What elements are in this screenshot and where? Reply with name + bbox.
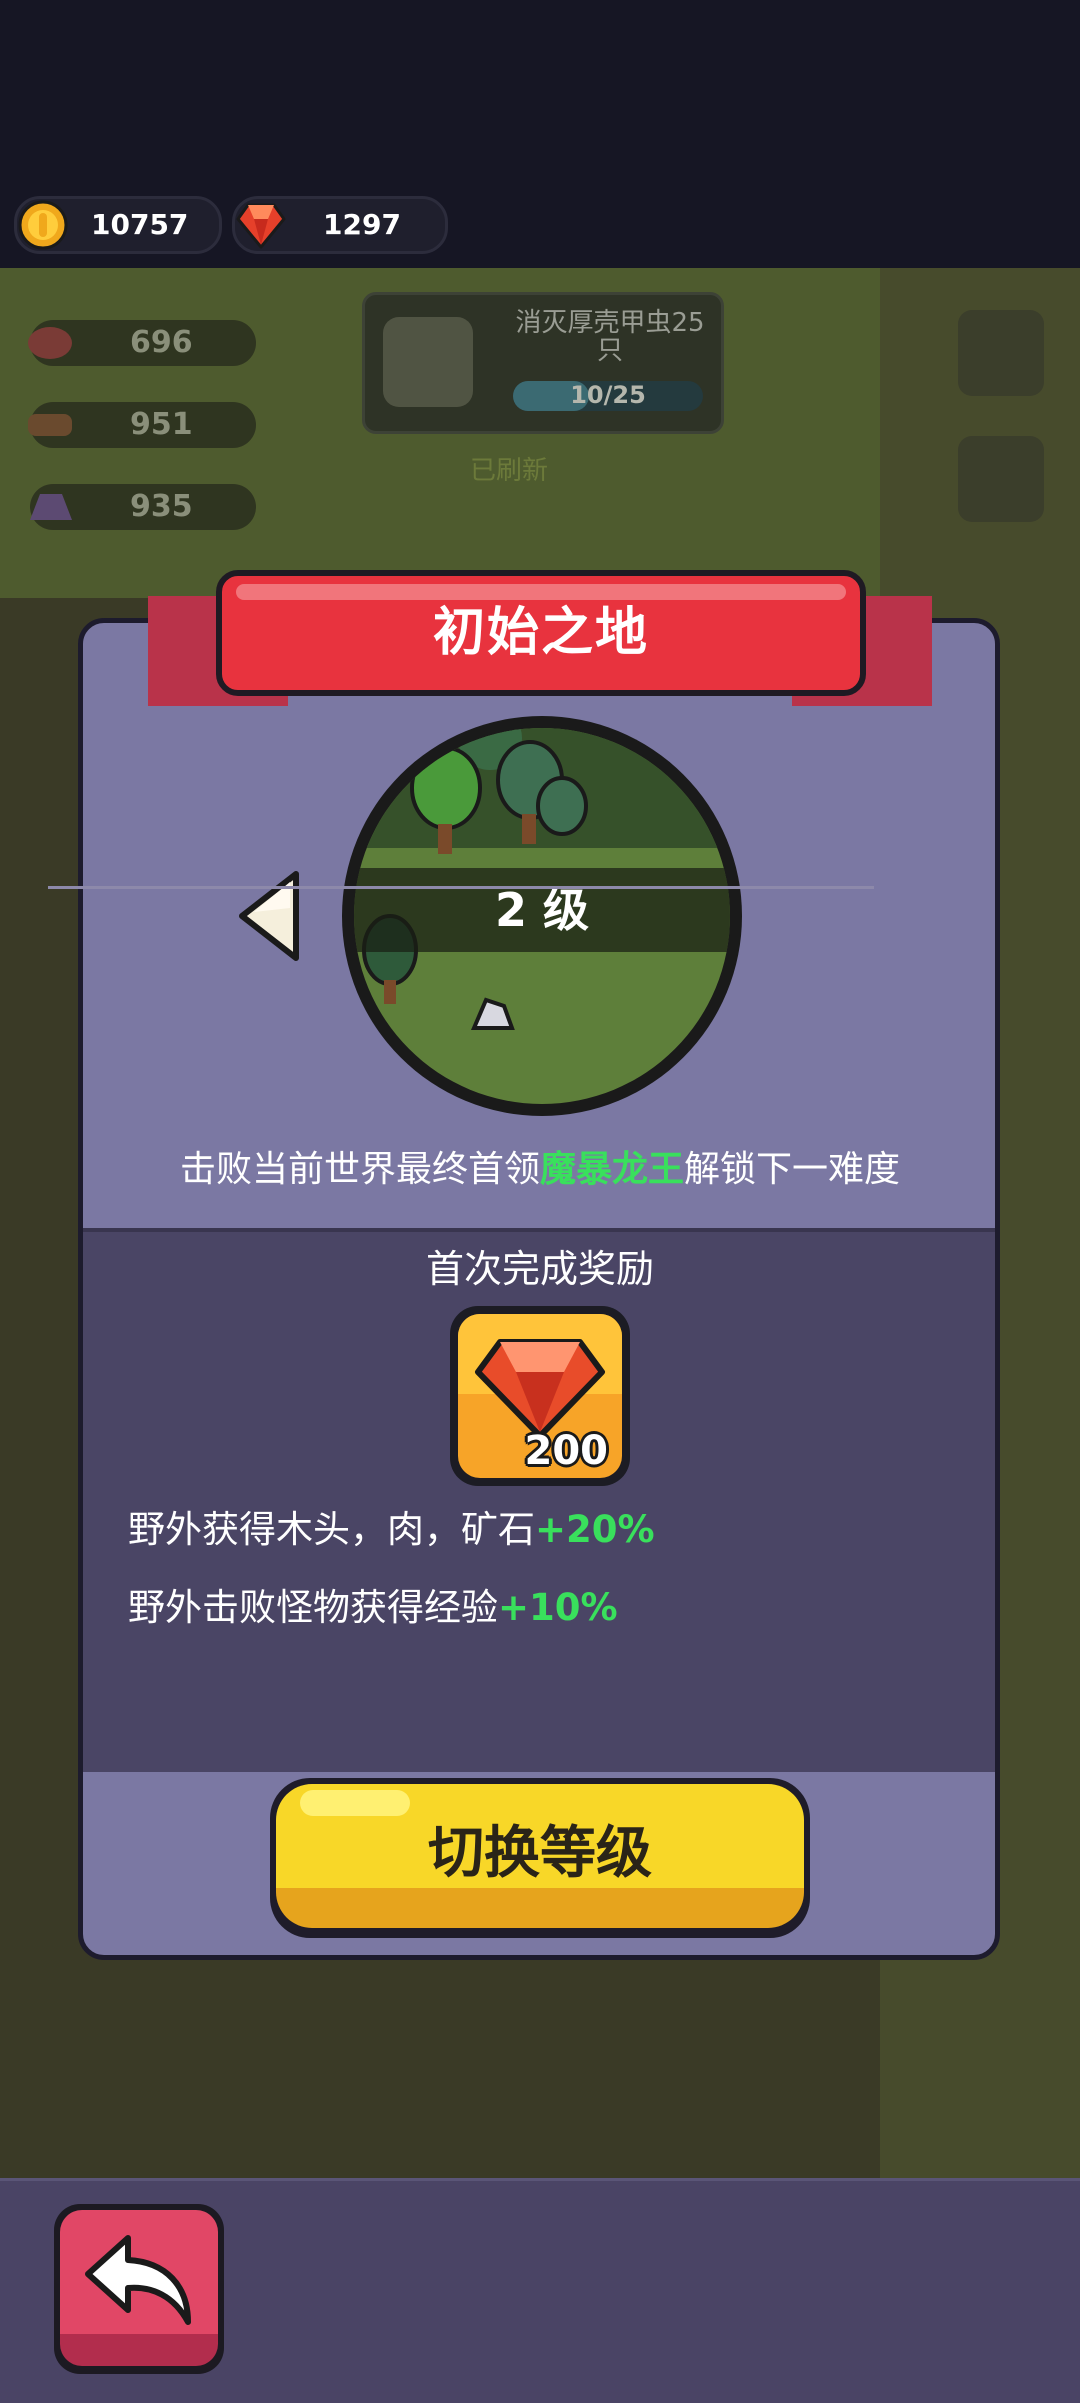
reward-item[interactable]: 200 <box>450 1306 630 1486</box>
reward-divider <box>48 886 874 889</box>
bonus-value: +20% <box>535 1508 655 1551</box>
meat-amount: 696 <box>130 325 193 360</box>
refreshed-label: 已刷新 <box>470 456 549 486</box>
gem-amount: 1297 <box>323 208 401 241</box>
back-button-shade <box>60 2334 218 2366</box>
coin-amount: 10757 <box>91 208 189 241</box>
bonus-text: 野外获得木头，肉，矿石 <box>128 1508 535 1551</box>
description-prefix: 击败当前世界最终首领 <box>179 1149 540 1190</box>
level-label: 2 级 <box>494 883 590 937</box>
meat-resource: 696 <box>28 320 256 366</box>
ore-amount: 935 <box>130 489 193 524</box>
side-menu-button[interactable] <box>958 310 1044 396</box>
quest-title: 消灭厚壳甲虫25只 <box>515 308 705 366</box>
gem-counter[interactable]: 1297 <box>232 196 448 254</box>
bonus-line: 野外获得木头，肉，矿石+20% <box>128 1500 655 1560</box>
coin-counter[interactable]: 10757 <box>14 196 222 254</box>
title-banner: 初始之地 <box>216 570 866 696</box>
quest-card[interactable]: 消灭厚壳甲虫25只 10/25 <box>362 292 724 434</box>
description-suffix: 解锁下一难度 <box>684 1149 901 1190</box>
red-gem-icon <box>236 203 286 249</box>
boss-name: 魔暴龙王 <box>539 1149 684 1190</box>
unlock-description: 击败当前世界最终首领魔暴龙王解锁下一难度 <box>0 1138 1080 1202</box>
reward-amount: 200 <box>524 1428 609 1474</box>
back-button[interactable] <box>54 2204 224 2374</box>
switch-level-label: 切换等级 <box>428 1821 652 1886</box>
dialog-title: 初始之地 <box>432 603 649 663</box>
wood-resource: 951 <box>28 402 256 448</box>
world-map-preview: 2 级 <box>342 716 742 1116</box>
ore-resource: 935 <box>30 484 256 530</box>
skull-icon <box>383 317 473 407</box>
ore-icon <box>30 494 72 520</box>
coin-icon <box>18 200 68 250</box>
meat-icon <box>28 327 72 359</box>
reward-title: 首次完成奖励 <box>425 1247 654 1291</box>
wood-amount: 951 <box>130 407 193 442</box>
red-gem-icon <box>475 1339 605 1439</box>
back-arrow-icon <box>85 2235 191 2325</box>
left-arrow-icon[interactable] <box>234 868 304 964</box>
map-ground: 2 级 <box>354 728 730 1104</box>
bonus-text: 野外击败怪物获得经验 <box>128 1586 498 1629</box>
reward-item-bg: 200 <box>458 1314 622 1478</box>
switch-level-button[interactable]: 切换等级 <box>270 1778 810 1938</box>
bonus-line: 野外击败怪物获得经验+10% <box>128 1578 618 1638</box>
quest-progress-text: 10/25 <box>570 381 646 409</box>
wood-icon <box>28 414 72 436</box>
side-map-button[interactable] <box>958 436 1044 522</box>
bonus-value: +10% <box>498 1586 618 1629</box>
